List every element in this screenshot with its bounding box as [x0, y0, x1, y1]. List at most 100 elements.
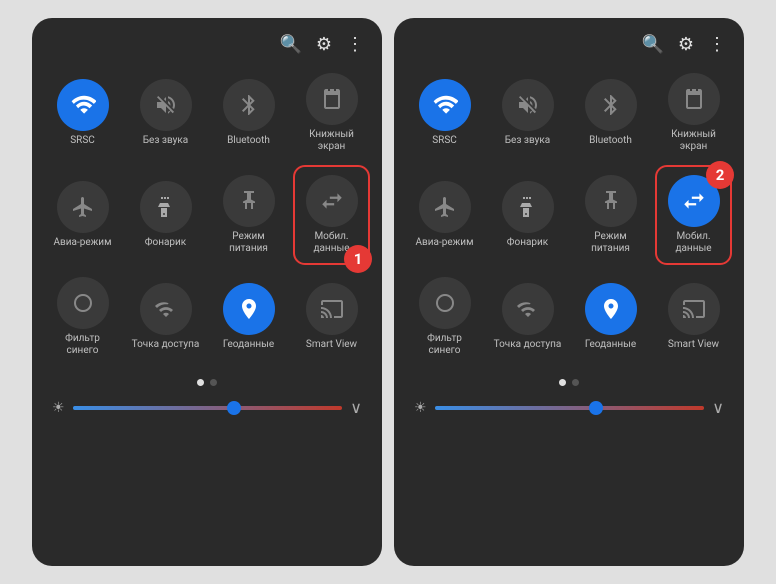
chevron-down-icon-1[interactable]: ∨ [350, 398, 362, 417]
tile-smartview-label-2: Smart View [668, 339, 719, 351]
tile-filter-1[interactable]: Фильтр синего [44, 269, 121, 365]
step-badge-1: 1 [344, 245, 372, 273]
brightness-thumb-1 [227, 401, 241, 415]
tile-smartview-2[interactable]: Smart View [655, 269, 732, 365]
tile-airplane-label-1: Авиа-режим [54, 237, 112, 249]
top-bar-1: 🔍 ⚙ ⋮ [40, 28, 374, 65]
brightness-row-2: ☀ ∨ [402, 394, 736, 425]
tile-book-2[interactable]: Книжный экран [655, 65, 732, 161]
tile-filter-label-1: Фильтр синего [48, 333, 117, 357]
tile-book-1[interactable]: Книжный экран [293, 65, 370, 161]
tile-silent-label: Без звука [143, 135, 188, 147]
tile-power-label-1: Режим питания [214, 231, 283, 255]
flashlight-icon-1 [140, 181, 192, 233]
tile-row-2-1: SRSC Без звука Blu [402, 65, 736, 161]
tile-book-label-2: Книжный экран [659, 129, 728, 153]
page-dots-1 [40, 369, 374, 394]
tile-data-2[interactable]: Мобил. данные 2 [655, 165, 732, 265]
tile-hotspot-2[interactable]: Точка доступа [489, 269, 566, 365]
tile-srsc-label-2: SRSC [432, 135, 457, 147]
page-dots-2 [402, 369, 736, 394]
more-icon[interactable]: ⋮ [346, 34, 364, 55]
airplane-icon-1 [57, 181, 109, 233]
tile-geo-label-1: Геоданные [223, 339, 274, 351]
power-icon-2 [585, 175, 637, 227]
tile-srsc[interactable]: SRSC [44, 65, 121, 161]
flashlight-icon-2 [502, 181, 554, 233]
dot-active-2 [559, 379, 566, 386]
filter-icon-1 [57, 277, 109, 329]
tile-airplane-1[interactable]: Авиа-режим [44, 165, 121, 265]
tile-airplane-label-2: Авиа-режим [416, 237, 474, 249]
step-badge-2: 2 [706, 161, 734, 189]
hotspot-icon-2 [502, 283, 554, 335]
tile-silent-2[interactable]: Без звука [489, 65, 566, 161]
tile-power-1[interactable]: Режим питания [210, 165, 287, 265]
settings-icon-2[interactable]: ⚙ [678, 34, 694, 55]
bluetooth-icon-2 [585, 79, 637, 131]
hotspot-icon-1 [140, 283, 192, 335]
airplane-icon-2 [419, 181, 471, 233]
book-icon-2 [668, 73, 720, 125]
tile-geo-1[interactable]: Геоданные [210, 269, 287, 365]
tile-flashlight-1[interactable]: Фонарик [127, 165, 204, 265]
search-icon-2[interactable]: 🔍 [641, 34, 663, 55]
tile-hotspot-1[interactable]: Точка доступа [127, 269, 204, 365]
tile-hotspot-label-1: Точка доступа [132, 339, 200, 351]
main-container: 🔍 ⚙ ⋮ SRSC [0, 0, 776, 584]
tile-filter-2[interactable]: Фильтр синего [406, 269, 483, 365]
book-icon-1 [306, 73, 358, 125]
filter-icon-2 [419, 277, 471, 329]
tile-row-2: Авиа-режим Фонарик [40, 165, 374, 265]
tile-srsc-label: SRSC [70, 135, 95, 147]
tile-smartview-1[interactable]: Smart View [293, 269, 370, 365]
mute-icon-2 [502, 79, 554, 131]
panel-after: 🔍 ⚙ ⋮ SRSC [394, 18, 744, 566]
top-bar-2: 🔍 ⚙ ⋮ [402, 28, 736, 65]
tile-bluetooth-label-2: Bluetooth [589, 135, 632, 147]
panel-content-1: 🔍 ⚙ ⋮ SRSC [32, 18, 382, 566]
brightness-low-icon-2: ☀ [414, 400, 427, 416]
more-icon-2[interactable]: ⋮ [708, 34, 726, 55]
brightness-row-1: ☀ ∨ [40, 394, 374, 425]
smartview-icon-1 [306, 283, 358, 335]
tile-data-1[interactable]: Мобил. данные 1 [293, 165, 370, 265]
tile-srsc-2[interactable]: SRSC [406, 65, 483, 161]
panel-content-2: 🔍 ⚙ ⋮ SRSC [394, 18, 744, 566]
bluetooth-icon-1 [223, 79, 275, 131]
mute-icon [140, 79, 192, 131]
tile-hotspot-label-2: Точка доступа [494, 339, 562, 351]
tile-power-label-2: Режим питания [576, 231, 645, 255]
tile-book-label-1: Книжный экран [297, 129, 366, 153]
tile-airplane-2[interactable]: Авиа-режим [406, 165, 483, 265]
wifi-icon-2 [419, 79, 471, 131]
tile-geo-2[interactable]: Геоданные [572, 269, 649, 365]
tile-smartview-label-1: Smart View [306, 339, 357, 351]
tile-flashlight-2[interactable]: Фонарик [489, 165, 566, 265]
tile-filter-label-2: Фильтр синего [410, 333, 479, 357]
search-icon[interactable]: 🔍 [279, 34, 301, 55]
tile-silent-label-2: Без звука [505, 135, 550, 147]
tile-bluetooth-label-1: Bluetooth [227, 135, 270, 147]
tile-row-3: Фильтр синего Точка доступа [40, 269, 374, 365]
geo-icon-2 [585, 283, 637, 335]
tile-silent[interactable]: Без звука [127, 65, 204, 161]
smartview-icon-2 [668, 283, 720, 335]
tile-power-2[interactable]: Режим питания [572, 165, 649, 265]
tile-bluetooth-2[interactable]: Bluetooth [572, 65, 649, 161]
tile-bluetooth-1[interactable]: Bluetooth [210, 65, 287, 161]
tile-row-2-3: Фильтр синего Точка доступа [402, 269, 736, 365]
chevron-down-icon-2[interactable]: ∨ [712, 398, 724, 417]
dot-inactive-2 [572, 379, 579, 386]
data-icon-1 [306, 175, 358, 227]
tile-geo-label-2: Геоданные [585, 339, 636, 351]
tile-flashlight-label-2: Фонарик [507, 237, 548, 249]
settings-icon[interactable]: ⚙ [316, 34, 332, 55]
brightness-track-1[interactable] [73, 406, 343, 410]
tile-row-1: SRSC Без звука Blu [40, 65, 374, 161]
brightness-track-2[interactable] [435, 406, 705, 410]
tile-row-2-2: Авиа-режим Фонарик [402, 165, 736, 265]
tile-data-label-2: Мобил. данные [661, 231, 726, 255]
brightness-thumb-2 [589, 401, 603, 415]
tile-flashlight-label-1: Фонарик [145, 237, 186, 249]
